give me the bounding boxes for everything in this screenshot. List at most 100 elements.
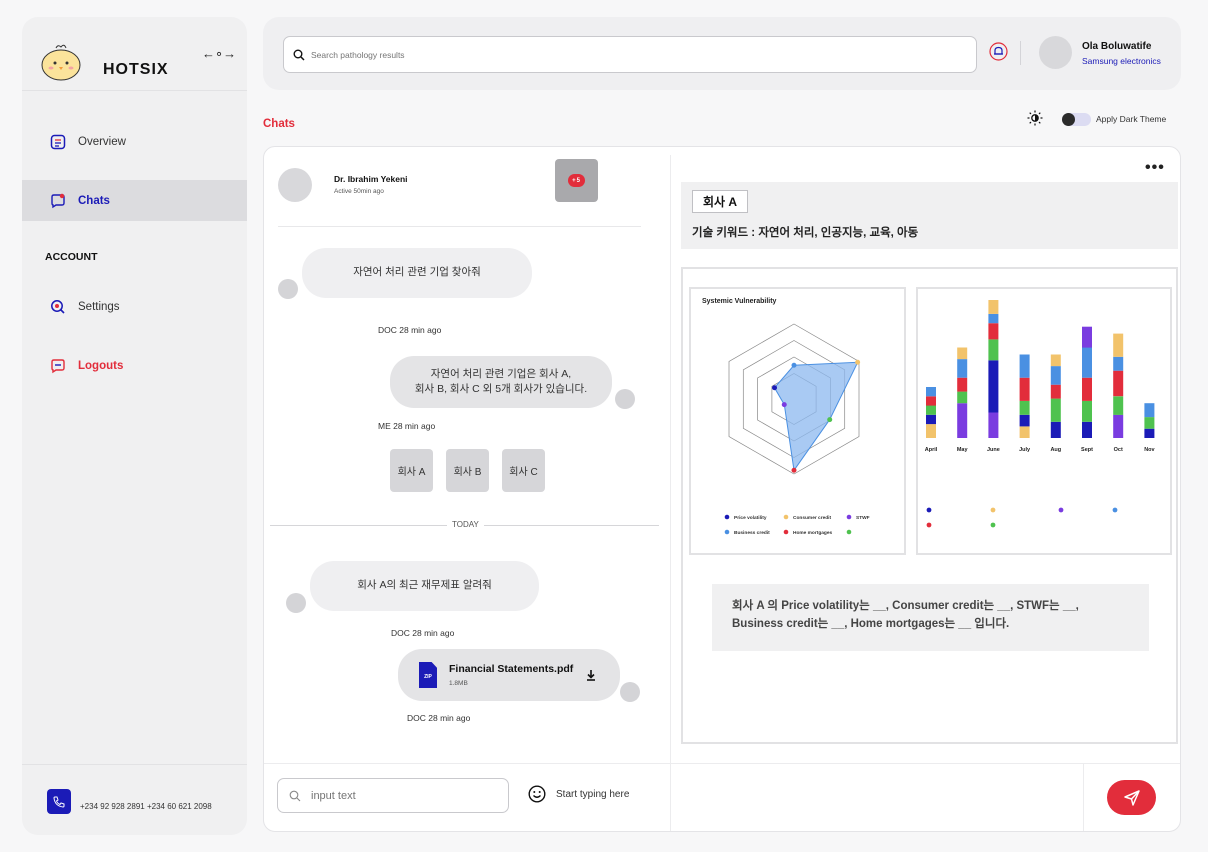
legend-marker xyxy=(846,514,852,520)
bar-segment xyxy=(1082,377,1092,401)
bar-segment xyxy=(957,403,968,438)
bar-segment xyxy=(1050,398,1061,422)
phone-numbers: +234 92 928 2891 +234 60 621 2098 xyxy=(80,802,212,811)
x-tick-label: Oct xyxy=(1114,447,1123,453)
sidebar-item-label: Logouts xyxy=(78,359,124,372)
company-name: 회사 A xyxy=(692,190,749,213)
bar-segment xyxy=(957,391,968,404)
message-meta: DOC 28 min ago xyxy=(378,325,442,335)
legend-marker xyxy=(1058,507,1064,513)
bar-segment xyxy=(988,360,999,413)
radar-point xyxy=(827,417,833,423)
dark-theme-toggle[interactable] xyxy=(1062,113,1091,126)
radar-point xyxy=(781,402,787,408)
radar-point xyxy=(772,385,778,391)
bar-segment xyxy=(988,339,999,361)
legend-marker xyxy=(926,522,932,528)
bar-segment xyxy=(1144,428,1155,438)
bar-segment xyxy=(926,405,936,415)
user-avatar[interactable] xyxy=(1039,36,1072,69)
contact-status: Active 50min ago xyxy=(334,188,384,195)
bar-segment xyxy=(1050,421,1061,438)
avatar xyxy=(620,682,640,702)
message-meta: ME 28 min ago xyxy=(378,421,436,431)
bar-top xyxy=(1144,403,1154,405)
message-input-box[interactable] xyxy=(277,778,509,813)
search-box[interactable] xyxy=(283,36,977,73)
typing-hint: Start typing here xyxy=(556,789,630,800)
notification-bell-icon[interactable] xyxy=(989,42,1008,61)
send-icon xyxy=(1123,789,1140,806)
sidebar-item-overview[interactable]: Overview xyxy=(22,121,247,162)
collapse-toggle-icon[interactable]: ←∘→ xyxy=(202,46,236,62)
more-options-icon[interactable]: ••• xyxy=(1145,159,1165,177)
legend-marker xyxy=(724,529,730,535)
bar-top xyxy=(1051,355,1061,357)
send-button[interactable] xyxy=(1107,780,1156,815)
legend-label: Consumer credit xyxy=(793,515,832,521)
bar-segment xyxy=(957,359,968,378)
section-label-account: ACCOUNT xyxy=(45,251,98,263)
bar-segment xyxy=(1082,421,1092,438)
search-input[interactable] xyxy=(311,49,911,60)
sidebar-item-settings[interactable]: Settings xyxy=(22,286,247,327)
chick-logo-icon xyxy=(41,44,81,81)
phone-icon[interactable] xyxy=(47,789,71,814)
message-bubble: 자연어 처리 관련 기업은 회사 A, 회사 B, 회사 C 외 5개 회사가 … xyxy=(390,356,612,408)
company-info-card: 회사 A 기술 키워드 : 자연어 처리, 인공지능, 교육, 아동 xyxy=(681,182,1178,249)
bar-segment xyxy=(1019,400,1030,415)
avatar xyxy=(286,593,306,613)
message-meta: DOC 28 min ago xyxy=(407,713,471,723)
zip-file-icon: ZIP xyxy=(419,662,437,688)
radar-point xyxy=(855,359,861,365)
contact-avatar[interactable] xyxy=(278,168,312,202)
x-tick-label: Sept xyxy=(1081,447,1093,453)
message-meta: DOC 28 min ago xyxy=(391,628,455,638)
bar-segment xyxy=(1113,370,1124,397)
user-organization: Samsung electronics xyxy=(1082,56,1161,66)
file-name: Financial Statements.pdf xyxy=(449,663,574,675)
x-tick-label: July xyxy=(1019,447,1031,453)
legend-marker xyxy=(783,529,789,535)
header-divider xyxy=(1020,41,1021,65)
legend-marker xyxy=(724,514,730,520)
bar-top xyxy=(1113,334,1123,336)
more-companies-chip[interactable]: +5 xyxy=(555,159,598,202)
sidebar-item-label: Overview xyxy=(78,135,126,148)
bar-segment xyxy=(1113,396,1124,415)
search-icon xyxy=(293,49,305,61)
bar-top xyxy=(1020,355,1030,357)
summary-box: 회사 A 의 Price volatility는 __, Consumer cr… xyxy=(712,584,1149,651)
bar-segment xyxy=(1019,414,1030,427)
file-attachment[interactable]: ZIP Financial Statements.pdf 1.8MB xyxy=(398,649,620,701)
legend-label: Price volatility xyxy=(734,515,767,521)
company-chip-a[interactable]: 회사 A xyxy=(390,449,433,492)
x-tick-label: May xyxy=(957,447,969,453)
x-tick-label: June xyxy=(987,447,1000,453)
company-chip-b[interactable]: 회사 B xyxy=(446,449,489,492)
emoji-icon[interactable] xyxy=(528,785,546,803)
bar-segment xyxy=(988,300,999,314)
chat-icon xyxy=(51,193,65,208)
bar-segment xyxy=(1113,414,1124,438)
overview-icon xyxy=(50,134,66,149)
sidebar-item-chats[interactable]: Chats xyxy=(22,180,247,221)
avatar xyxy=(278,279,298,299)
x-tick-label: Aug xyxy=(1050,447,1061,453)
contact-name: Dr. Ibrahim Yekeni xyxy=(334,174,408,184)
legend-marker xyxy=(990,507,996,513)
bar-segment xyxy=(988,412,999,438)
logo-row: HOTSIX ←∘→ xyxy=(22,17,247,91)
radar-point xyxy=(791,467,797,473)
message-input[interactable] xyxy=(311,789,491,802)
company-chip-c[interactable]: 회사 C xyxy=(502,449,545,492)
sidebar-footer: +234 92 928 2891 +234 60 621 2098 xyxy=(22,764,247,834)
download-icon[interactable] xyxy=(584,668,598,682)
bar-segment xyxy=(957,377,968,392)
bar-segment xyxy=(926,414,936,425)
search-icon xyxy=(289,790,301,801)
sidebar-item-logouts[interactable]: Logouts xyxy=(22,345,247,386)
bar-segment xyxy=(988,313,999,324)
charts-container: Systemic Vulnerability Price volatility Co… xyxy=(681,267,1180,744)
bar-chart-card: AprilMayJuneJulyAugSeptOctNovDec xyxy=(916,287,1180,555)
